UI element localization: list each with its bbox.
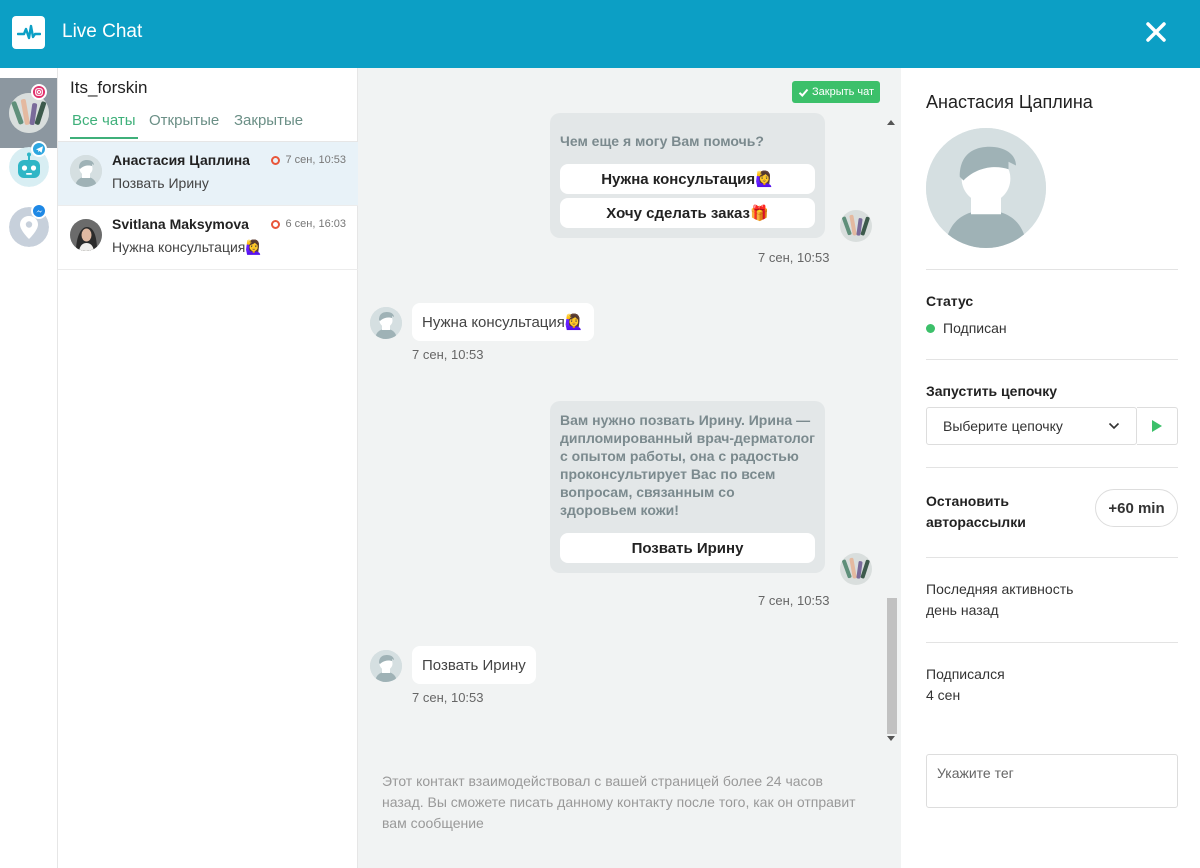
divider (926, 269, 1178, 270)
conversation-preview: Нужна консультация🙋‍♀️ (112, 239, 263, 255)
start-sequence-button[interactable] (1137, 407, 1178, 445)
conversation-item[interactable]: Анастасия Цаплина 7 сен, 10:53 Позвать И… (58, 142, 358, 206)
status-text: Подписан (943, 320, 1007, 336)
conversation-time-text: 6 сен, 16:03 (285, 218, 346, 230)
sequence-label: Запустить цепочку (926, 383, 1058, 399)
contact-name: Анастасия Цаплина (926, 92, 1093, 112)
user-message: Нужна консультация🙋‍♀️ (412, 303, 594, 341)
chat-list-panel: Its_forskin Все чаты Открытые Закрытые А… (58, 68, 358, 868)
last-activity-value: день назад (926, 602, 999, 618)
scroll-thumb[interactable] (887, 598, 897, 734)
close-chat-label: Закрыть чат (812, 86, 875, 98)
conversation-time: 6 сен, 16:03 (271, 218, 346, 230)
subscribed-label: Подписался (926, 666, 1005, 682)
tab-all-chats[interactable]: Все чаты (70, 112, 138, 139)
app-title: Live Chat (62, 21, 143, 42)
open-status-icon (271, 219, 281, 229)
message-time: 7 сен, 10:53 (412, 347, 484, 362)
page-avatar (840, 210, 872, 242)
quick-reply-button[interactable]: Нужна консультация🙋‍♀️ (560, 164, 815, 194)
pulse-icon (16, 24, 41, 39)
contact-panel: Анастасия Цаплина Статус Подписан Запуст… (901, 68, 1200, 868)
default-avatar-icon (370, 650, 402, 682)
divider (926, 642, 1178, 643)
quick-reply-button[interactable]: Хочу сделать заказ🎁 (560, 198, 815, 228)
sequence-select-value: Выберите цепочку (943, 418, 1063, 434)
bot-message: Чем еще я могу Вам помочь? Нужна консуль… (550, 113, 825, 238)
chat-tabs: Все чаты Открытые Закрытые (58, 110, 358, 142)
rail-item-messenger[interactable] (0, 192, 57, 262)
telegram-icon (31, 141, 47, 157)
pause-60-min-button[interactable]: +60 min (1095, 489, 1178, 527)
conversation-preview: Позвать Ирину (112, 175, 209, 191)
divider (926, 359, 1178, 360)
close-icon[interactable] (1142, 18, 1170, 46)
status-dot-icon (926, 324, 935, 333)
scroll-up-icon[interactable] (887, 120, 895, 125)
message-thread: Закрыть чат Чем еще я могу Вам помочь? Н… (358, 68, 901, 868)
divider (926, 467, 1178, 468)
page-avatar (840, 553, 872, 585)
message-time: 7 сен, 10:53 (758, 250, 830, 265)
tab-closed[interactable]: Закрытые (234, 112, 303, 137)
contact-photo (70, 219, 102, 251)
tag-input[interactable] (926, 754, 1178, 808)
app-header: Live Chat (0, 0, 1200, 68)
messaging-window-note: Этот контакт взаимодействовал с вашей ст… (382, 773, 856, 831)
close-chat-button[interactable]: Закрыть чат (792, 81, 881, 103)
sequence-select[interactable]: Выберите цепочку (926, 407, 1137, 445)
default-avatar-icon (926, 128, 1046, 248)
instagram-icon (31, 84, 47, 100)
scroll-down-icon[interactable] (887, 736, 895, 741)
check-icon (798, 88, 809, 97)
page-name: Its_forskin (70, 78, 148, 97)
default-avatar-icon (370, 307, 402, 339)
message-scrollbar[interactable] (884, 114, 898, 744)
bot-message: Вам нужно позвать Ирину. Ирина — дипломи… (550, 401, 825, 573)
bot-message-text: Чем еще я могу Вам помочь? (560, 133, 764, 149)
channel-rail (0, 68, 58, 868)
stop-autopost-label: Остановить авторассылки (926, 491, 1026, 533)
conversation-name: Svitlana Maksymova (112, 216, 249, 232)
stop-autopost-label-line2: авторассылки (926, 514, 1026, 530)
conversation-time: 7 сен, 10:53 (271, 154, 346, 166)
subscribed-value: 4 сен (926, 687, 961, 703)
divider (926, 557, 1178, 558)
app-logo (12, 16, 45, 49)
message-time: 7 сен, 10:53 (412, 690, 484, 705)
open-status-icon (271, 155, 281, 165)
default-avatar-icon (70, 155, 102, 187)
conversation-item[interactable]: Svitlana Maksymova 6 сен, 16:03 Нужна ко… (58, 206, 358, 270)
tab-open[interactable]: Открытые (149, 112, 219, 137)
message-time: 7 сен, 10:53 (758, 593, 830, 608)
messenger-icon (31, 203, 47, 219)
conversation-time-text: 7 сен, 10:53 (285, 154, 346, 166)
last-activity-label: Последняя активность (926, 581, 1074, 597)
status-label: Статус (926, 293, 974, 309)
status-value: Подписан (926, 320, 1007, 336)
bot-message-text: Вам нужно позвать Ирину. Ирина — дипломи… (560, 412, 816, 518)
play-icon (1152, 420, 1162, 432)
chevron-down-icon (1108, 422, 1120, 430)
stop-autopost-label-line1: Остановить (926, 493, 1010, 509)
quick-reply-button[interactable]: Позвать Ирину (560, 533, 815, 563)
conversation-name: Анастасия Цаплина (112, 152, 250, 168)
user-message: Позвать Ирину (412, 646, 536, 684)
